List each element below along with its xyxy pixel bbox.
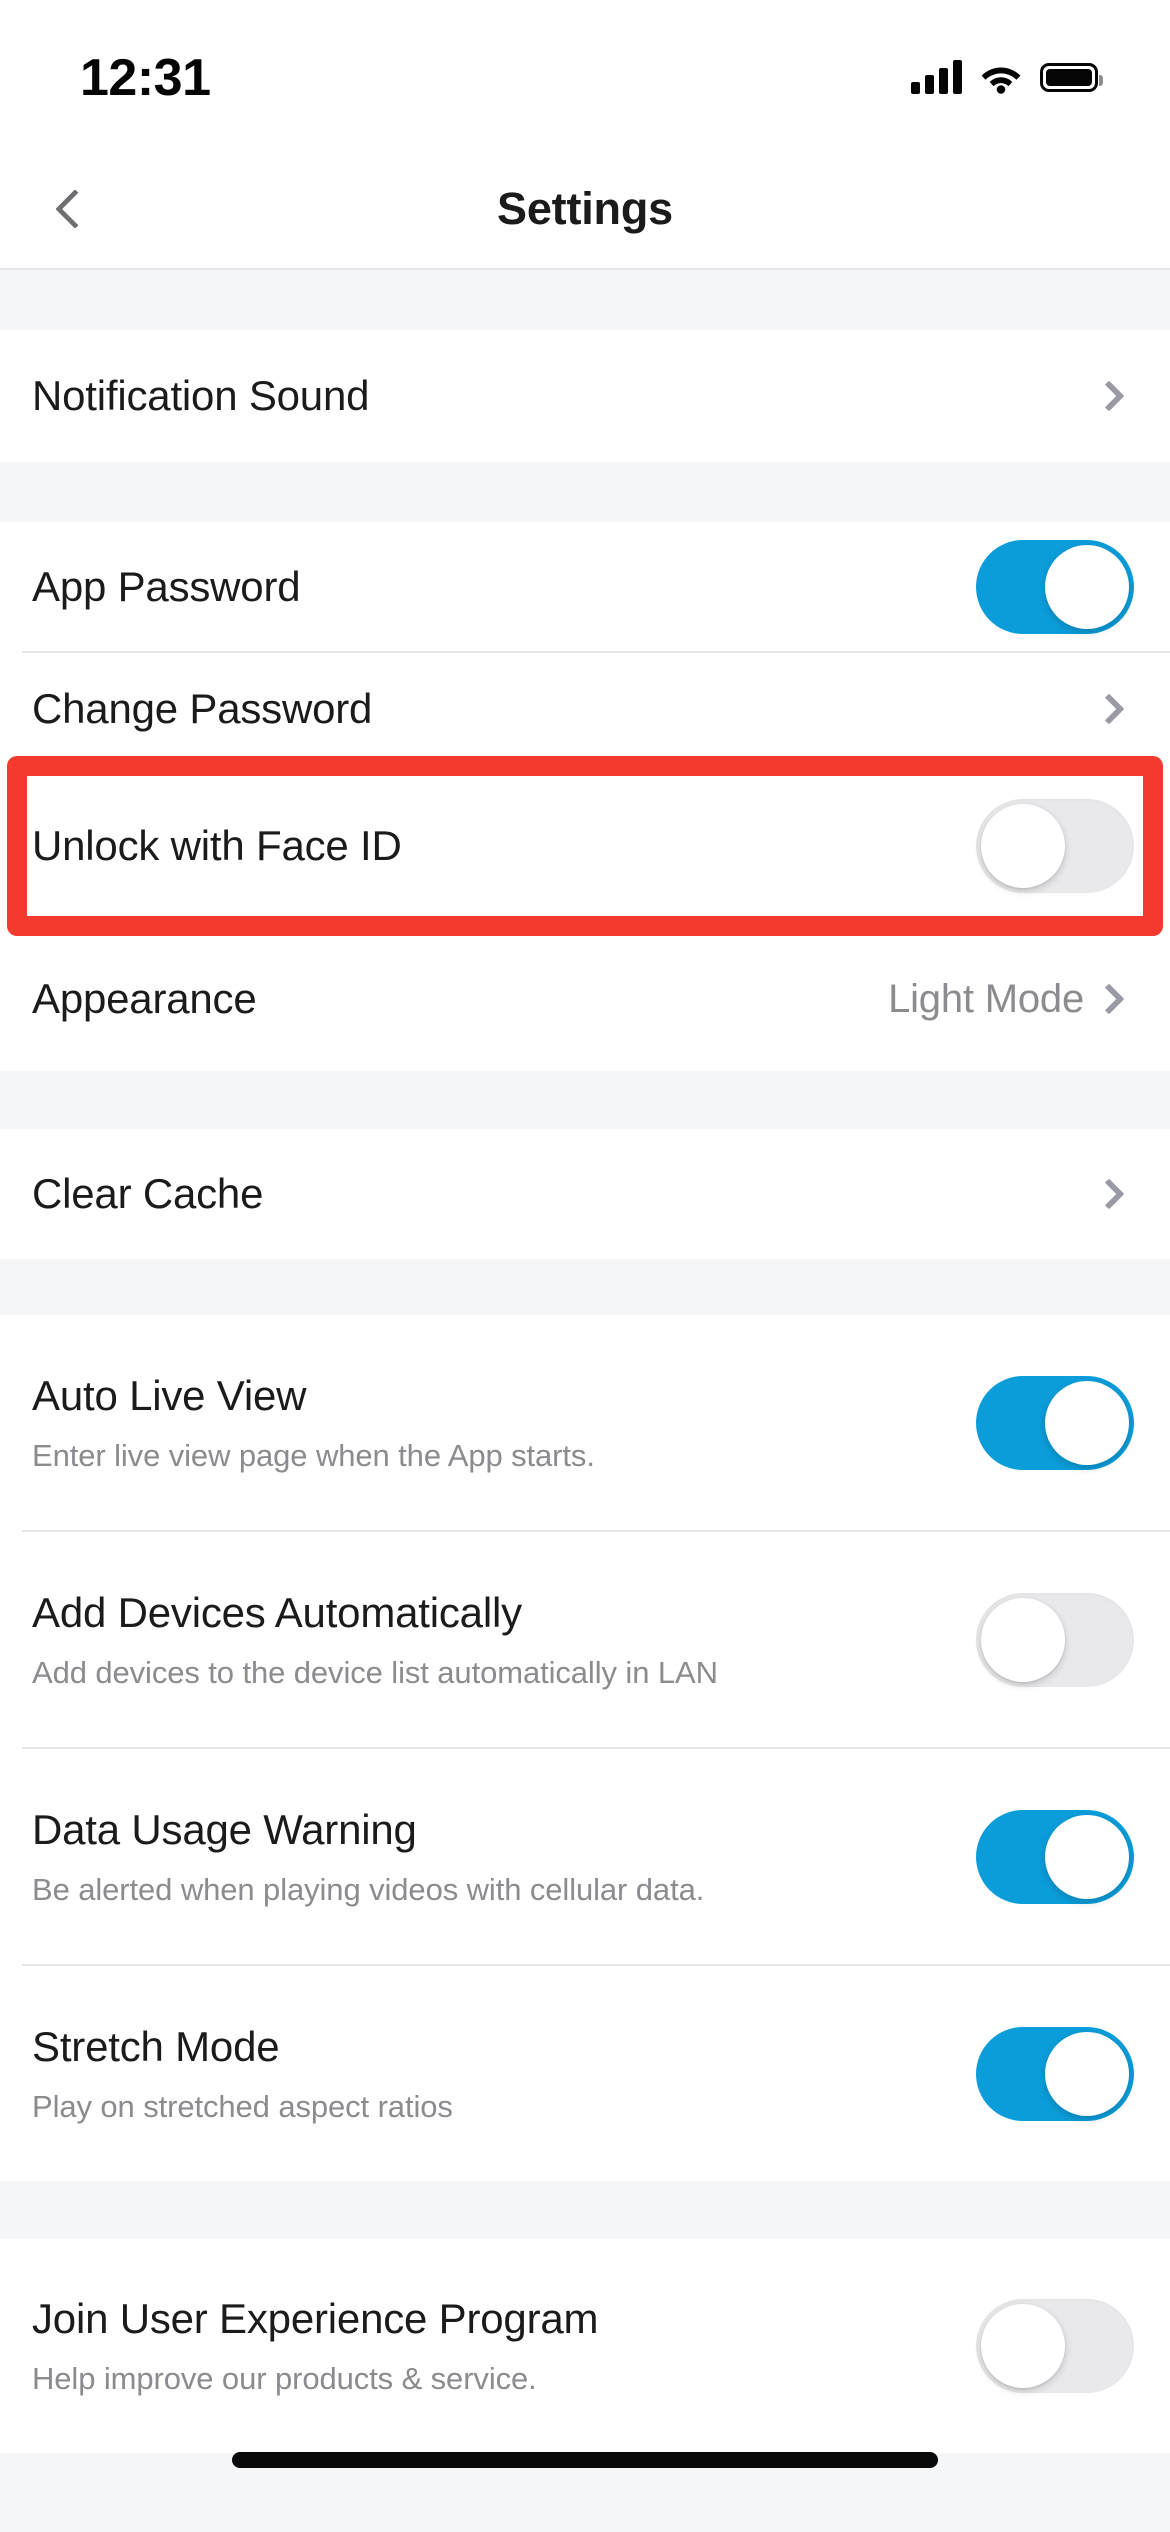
row-title: Data Usage Warning [32, 1805, 417, 1853]
section-storage: Clear Cache [0, 1129, 1170, 1259]
status-bar: 12:31 [0, 0, 1170, 150]
row-add-devices-automatically[interactable]: Add Devices Automatically Add devices to… [0, 1532, 1170, 1747]
page-title: Settings [497, 183, 673, 234]
row-title: App Password [32, 562, 301, 610]
row-subtitle: Add devices to the device list automatic… [32, 1654, 718, 1690]
highlighted-row-wrapper: Unlock with Face ID [0, 756, 1170, 936]
chevron-left-icon [55, 189, 95, 229]
row-title: Appearance [32, 975, 257, 1022]
status-bar-time: 12:31 [80, 49, 211, 107]
row-accessory [1093, 380, 1134, 412]
toggle-data-usage-warning[interactable] [976, 1809, 1134, 1904]
row-clear-cache[interactable]: Clear Cache [0, 1129, 1170, 1259]
row-subtitle: Help improve our products & service. [32, 2361, 537, 2396]
section-user-experience: Join User Experience Program Help improv… [0, 2239, 1170, 2453]
row-text: Add Devices Automatically Add devices to… [32, 1588, 718, 1690]
section-gap [0, 1259, 1170, 1315]
row-accessory [976, 799, 1134, 893]
section-notifications: Notification Sound [0, 330, 1170, 462]
row-title: Clear Cache [32, 1170, 264, 1217]
toggle-stretch-mode[interactable] [976, 2026, 1134, 2121]
row-subtitle: Be alerted when playing videos with cell… [32, 1871, 705, 1907]
row-text: App Password [32, 562, 301, 610]
row-notification-sound[interactable]: Notification Sound [0, 330, 1170, 462]
row-text: Appearance [32, 976, 257, 1022]
settings-screen: 12:31 Settings Notification Sound App Pa… [0, 0, 1170, 2532]
row-join-user-experience-program[interactable]: Join User Experience Program Help improv… [0, 2239, 1170, 2453]
row-accessory: Light Mode [888, 977, 1134, 1022]
row-accessory [976, 2026, 1134, 2121]
battery-full-icon [1040, 63, 1103, 92]
row-subtitle: Play on stretched aspect ratios [32, 2088, 453, 2124]
back-button[interactable] [30, 150, 120, 268]
nav-bar: Settings [0, 150, 1170, 270]
row-title: Change Password [32, 685, 373, 732]
status-bar-indicators [911, 48, 1103, 94]
toggle-knob [1045, 2031, 1129, 2116]
chevron-right-icon[interactable] [1093, 380, 1125, 412]
toggle-auto-live-view[interactable] [976, 1375, 1134, 1470]
toggle-knob [981, 1597, 1065, 1682]
row-title: Unlock with Face ID [32, 822, 402, 869]
row-accessory [976, 1375, 1134, 1470]
toggle-knob [1045, 1814, 1129, 1899]
toggle-add-devices-automatically[interactable] [976, 1592, 1134, 1687]
row-text: Clear Cache [32, 1171, 263, 1217]
toggle-knob [1045, 1380, 1129, 1465]
row-title: Notification Sound [32, 372, 370, 419]
row-text: Join User Experience Program Help improv… [32, 2295, 599, 2396]
row-auto-live-view[interactable]: Auto Live View Enter live view page when… [0, 1315, 1170, 1530]
row-accessory [976, 1592, 1134, 1687]
row-unlock-with-face-id[interactable]: Unlock with Face ID [0, 765, 1170, 927]
section-behaviour: Auto Live View Enter live view page when… [0, 1315, 1170, 2181]
row-accessory [976, 1809, 1134, 1904]
section-gap [0, 270, 1170, 330]
row-subtitle: Enter live view page when the App starts… [32, 1437, 595, 1473]
row-app-password[interactable]: App Password [0, 522, 1170, 651]
row-title: Stretch Mode [32, 2022, 280, 2070]
section-gap [0, 1071, 1170, 1129]
cellular-signal-icon [911, 60, 962, 94]
row-change-password[interactable]: Change Password [0, 653, 1170, 765]
row-title: Add Devices Automatically [32, 1588, 522, 1636]
row-title: Auto Live View [32, 1371, 307, 1419]
row-text: Stretch Mode Play on stretched aspect ra… [32, 2022, 453, 2124]
row-appearance[interactable]: Appearance Light Mode [0, 927, 1170, 1071]
row-text: Data Usage Warning Be alerted when playi… [32, 1805, 705, 1907]
wifi-icon [980, 62, 1022, 94]
row-stretch-mode[interactable]: Stretch Mode Play on stretched aspect ra… [0, 1966, 1170, 2181]
row-text: Notification Sound [32, 373, 369, 419]
toggle-unlock-with-face-id[interactable] [976, 799, 1134, 893]
section-gap [0, 2181, 1170, 2239]
row-title: Join User Experience Program [32, 2295, 599, 2342]
chevron-right-icon[interactable] [1093, 983, 1125, 1015]
section-gap [0, 462, 1170, 522]
toggle-knob [981, 2304, 1065, 2388]
home-indicator-bar[interactable] [232, 2452, 938, 2468]
chevron-right-icon[interactable] [1093, 693, 1125, 725]
row-text: Change Password [32, 686, 372, 732]
row-value-appearance: Light Mode [888, 976, 1084, 1021]
toggle-knob [981, 804, 1065, 888]
row-text: Auto Live View Enter live view page when… [32, 1371, 595, 1473]
toggle-knob [1045, 544, 1129, 629]
section-security: App Password Change Password Unlock with… [0, 522, 1170, 1071]
toggle-join-user-experience-program[interactable] [976, 2299, 1134, 2393]
home-indicator-area [0, 2452, 1170, 2532]
chevron-right-icon[interactable] [1093, 1178, 1125, 1210]
toggle-app-password[interactable] [976, 539, 1134, 634]
row-accessory [976, 2299, 1134, 2393]
row-accessory [976, 539, 1134, 634]
row-accessory [1093, 693, 1134, 725]
row-text: Unlock with Face ID [32, 823, 402, 869]
row-accessory [1093, 1178, 1134, 1210]
row-data-usage-warning[interactable]: Data Usage Warning Be alerted when playi… [0, 1749, 1170, 1964]
